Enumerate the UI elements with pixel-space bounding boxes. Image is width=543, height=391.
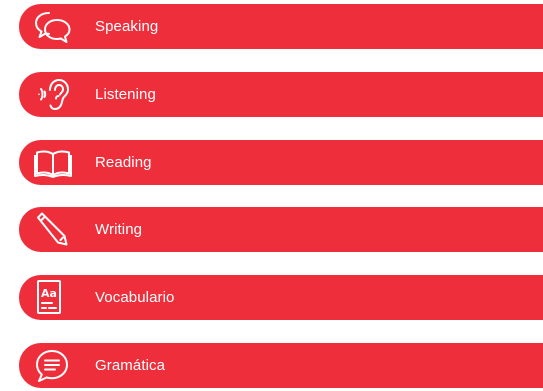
menu-item-label: Vocabulario [95,289,175,306]
open-book-icon [33,144,73,181]
skills-menu: Speaking Listening Reading Writing Aa Vo… [0,0,543,391]
menu-item-writing[interactable]: Writing [19,207,543,252]
ear-icon [33,76,73,113]
menu-item-label: Gramática [95,357,166,374]
speech-bubbles-icon [33,8,73,45]
svg-text:Aa: Aa [41,287,57,300]
menu-item-listening[interactable]: Listening [19,72,543,117]
menu-item-speaking[interactable]: Speaking [19,4,543,49]
menu-item-label: Listening [95,86,156,103]
menu-item-label: Reading [95,154,152,171]
menu-item-gramatica[interactable]: Gramática [19,343,543,388]
menu-item-reading[interactable]: Reading [19,140,543,185]
chat-bubble-icon [33,347,73,384]
dictionary-icon: Aa [33,279,73,316]
menu-item-label: Writing [95,221,143,238]
menu-item-label: Speaking [95,18,159,35]
menu-item-vocabulario[interactable]: Aa Vocabulario [19,275,543,320]
pencil-icon [33,211,73,248]
